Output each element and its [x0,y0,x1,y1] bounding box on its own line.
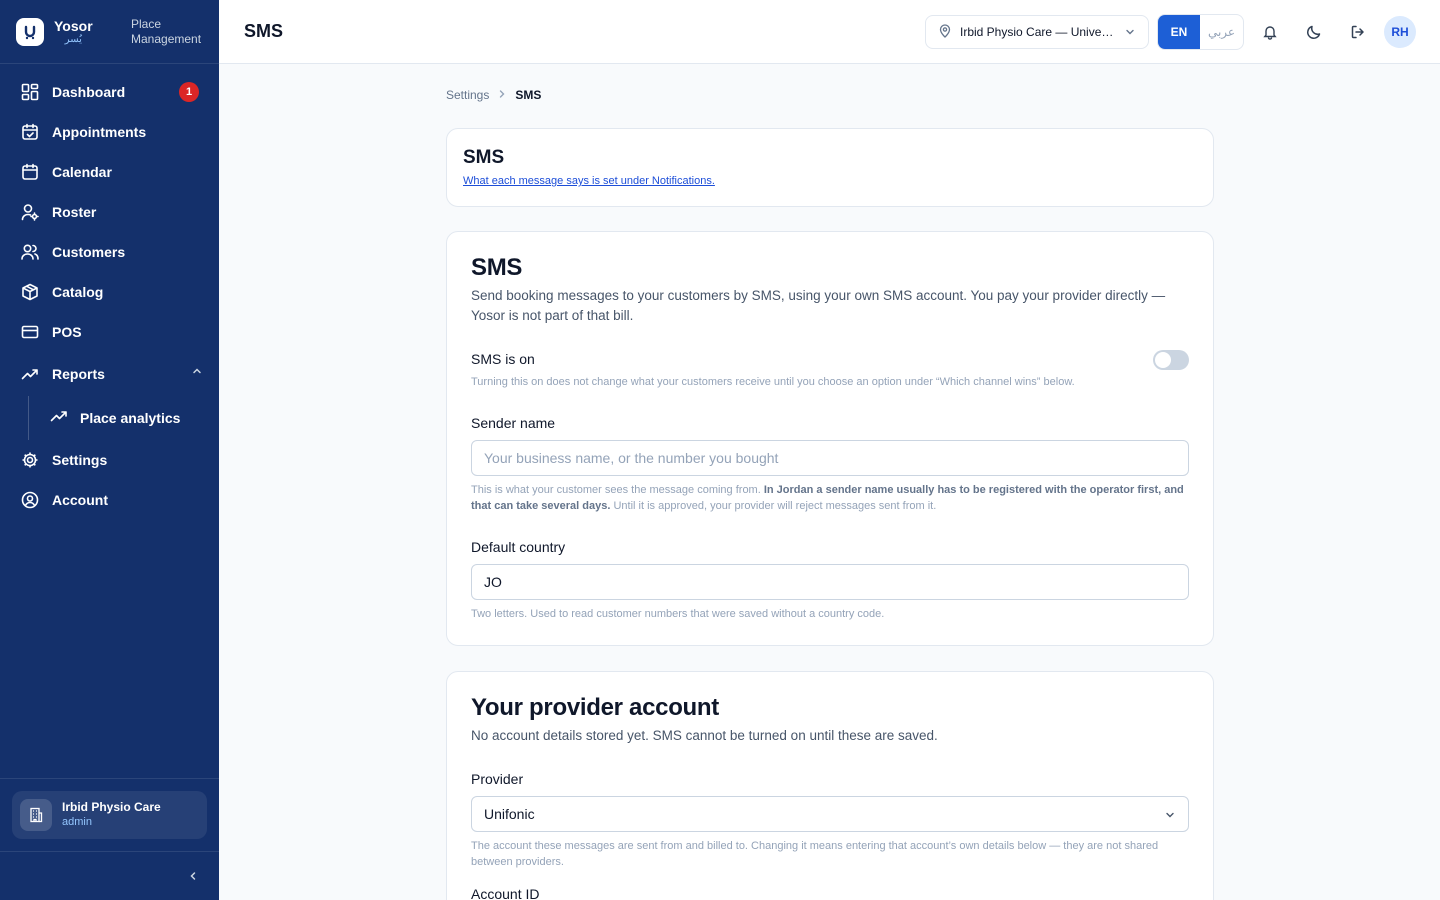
trend-icon [20,364,40,384]
chevron-left-icon[interactable] [187,869,199,887]
chevron-down-icon [1164,808,1176,824]
sms-section-title: SMS [471,254,523,281]
sidebar-nav: Dashboard 1 Appointments Calendar Roster [0,72,219,520]
location-select[interactable]: Irbid Physio Care — University Street [925,15,1149,49]
notifications-link[interactable]: What each message says is set under Noti… [463,175,1197,187]
sidebar-footer: Irbid Physio Care admin [0,778,219,851]
gear-icon [20,450,40,470]
moon-icon[interactable] [1304,22,1324,42]
provider-section-title: Your provider account [471,694,719,721]
sidebar-item-dashboard[interactable]: Dashboard 1 [0,72,219,112]
calendar-icon [20,162,40,182]
dashboard-icon [20,82,40,102]
provider-select-value: Unifonic [484,806,535,822]
place-role: admin [62,816,92,828]
brand-subtitle: Place Management [131,17,202,46]
sidebar-item-settings[interactable]: Settings [0,440,219,480]
provider-hint: The account these messages are sent from… [471,840,1159,868]
sms-settings-card: SMS Send booking messages to your custom… [446,231,1214,646]
sidebar-item-label: POS [52,324,82,340]
sidebar-collapse-bar [0,851,219,900]
user-gear-icon [20,202,40,222]
sidebar-item-reports[interactable]: Reports [0,352,219,396]
breadcrumb-settings-link[interactable]: Settings [446,88,489,102]
provider-select[interactable]: Unifonic [471,796,1189,832]
default-country-label: Default country [471,539,566,555]
yosor-logo-icon [16,17,44,46]
sidebar-subitem-label: Place analytics [80,410,181,426]
sidebar-item-appointments[interactable]: Appointments [0,112,219,152]
trend-icon [50,407,68,430]
page-header-card: SMS What each message says is set under … [446,128,1214,207]
place-name: Irbid Physio Care [62,800,161,814]
sidebar-item-account[interactable]: Account [0,480,219,520]
language-ar-button[interactable]: عربي [1200,15,1243,49]
breadcrumb-current: SMS [515,88,542,102]
sender-name-hint: This is what your customer sees the mess… [471,484,1184,512]
sender-name-input[interactable] [471,440,1189,476]
sidebar-item-label: Account [52,492,108,508]
box-icon [20,282,40,302]
sidebar-subitem-place-analytics[interactable]: Place analytics [0,396,219,440]
topbar: SMS Irbid Physio Care — University Stree… [219,0,1440,64]
provider-label: Provider [471,771,524,787]
sidebar-item-catalog[interactable]: Catalog [0,272,219,312]
building-icon [20,799,52,831]
sidebar-item-label: Customers [52,244,126,260]
bell-icon[interactable] [1260,22,1280,42]
chevron-right-icon [497,88,507,102]
sidebar-item-label: Dashboard [52,84,126,100]
sender-name-label: Sender name [471,415,556,431]
breadcrumb: Settings SMS [446,88,541,102]
brand-name: Yosor [54,17,93,34]
sidebar-item-customers[interactable]: Customers [0,232,219,272]
sidebar-item-label: Roster [52,204,97,220]
sidebar-item-label: Catalog [52,284,104,300]
page-title: SMS [244,21,284,41]
location-select-value: Irbid Physio Care — University Street [960,25,1114,39]
toggle-knob [1155,352,1171,368]
page-heading: SMS [463,147,505,168]
sms-toggle-label: SMS is on [471,351,535,367]
brand-name-arabic: يُسر [64,33,82,45]
users-icon [20,242,40,262]
language-en-button[interactable]: EN [1158,15,1200,49]
sms-toggle-hint: Turning this on does not change what you… [471,376,1075,388]
sms-toggle[interactable] [1153,350,1189,370]
credit-card-icon [20,322,40,342]
language-toggle: EN عربي [1157,14,1244,50]
sidebar-item-label: Reports [52,366,105,382]
brand[interactable]: Yosor يُسر Place Management [0,0,219,64]
sidebar-item-label: Appointments [52,124,147,140]
chevron-up-icon[interactable] [191,364,203,382]
place-switcher[interactable]: Irbid Physio Care admin [12,791,207,839]
sidebar-item-label: Settings [52,452,108,468]
user-circle-icon [20,490,40,510]
sidebar-item-calendar[interactable]: Calendar [0,152,219,192]
chevron-down-icon [1124,26,1136,41]
provider-section-description: No account details stored yet. SMS canno… [471,728,938,743]
avatar[interactable]: RH [1384,16,1416,48]
sidebar-item-label: Calendar [52,164,112,180]
notification-badge: 1 [179,82,199,102]
default-country-input[interactable] [471,564,1189,600]
logout-icon[interactable] [1348,22,1368,42]
calendar-check-icon [20,122,40,142]
map-pin-icon [938,23,952,41]
sms-section-description: Send booking messages to your customers … [471,288,1166,323]
account-id-label: Account ID [471,886,540,900]
sidebar-item-pos[interactable]: POS [0,312,219,352]
provider-account-card: Your provider account No account details… [446,671,1214,900]
sidebar-item-roster[interactable]: Roster [0,192,219,232]
submenu-line [28,396,29,440]
default-country-hint: Two letters. Used to read customer numbe… [471,608,885,620]
sidebar: Yosor يُسر Place Management Dashboard 1 … [0,0,219,900]
